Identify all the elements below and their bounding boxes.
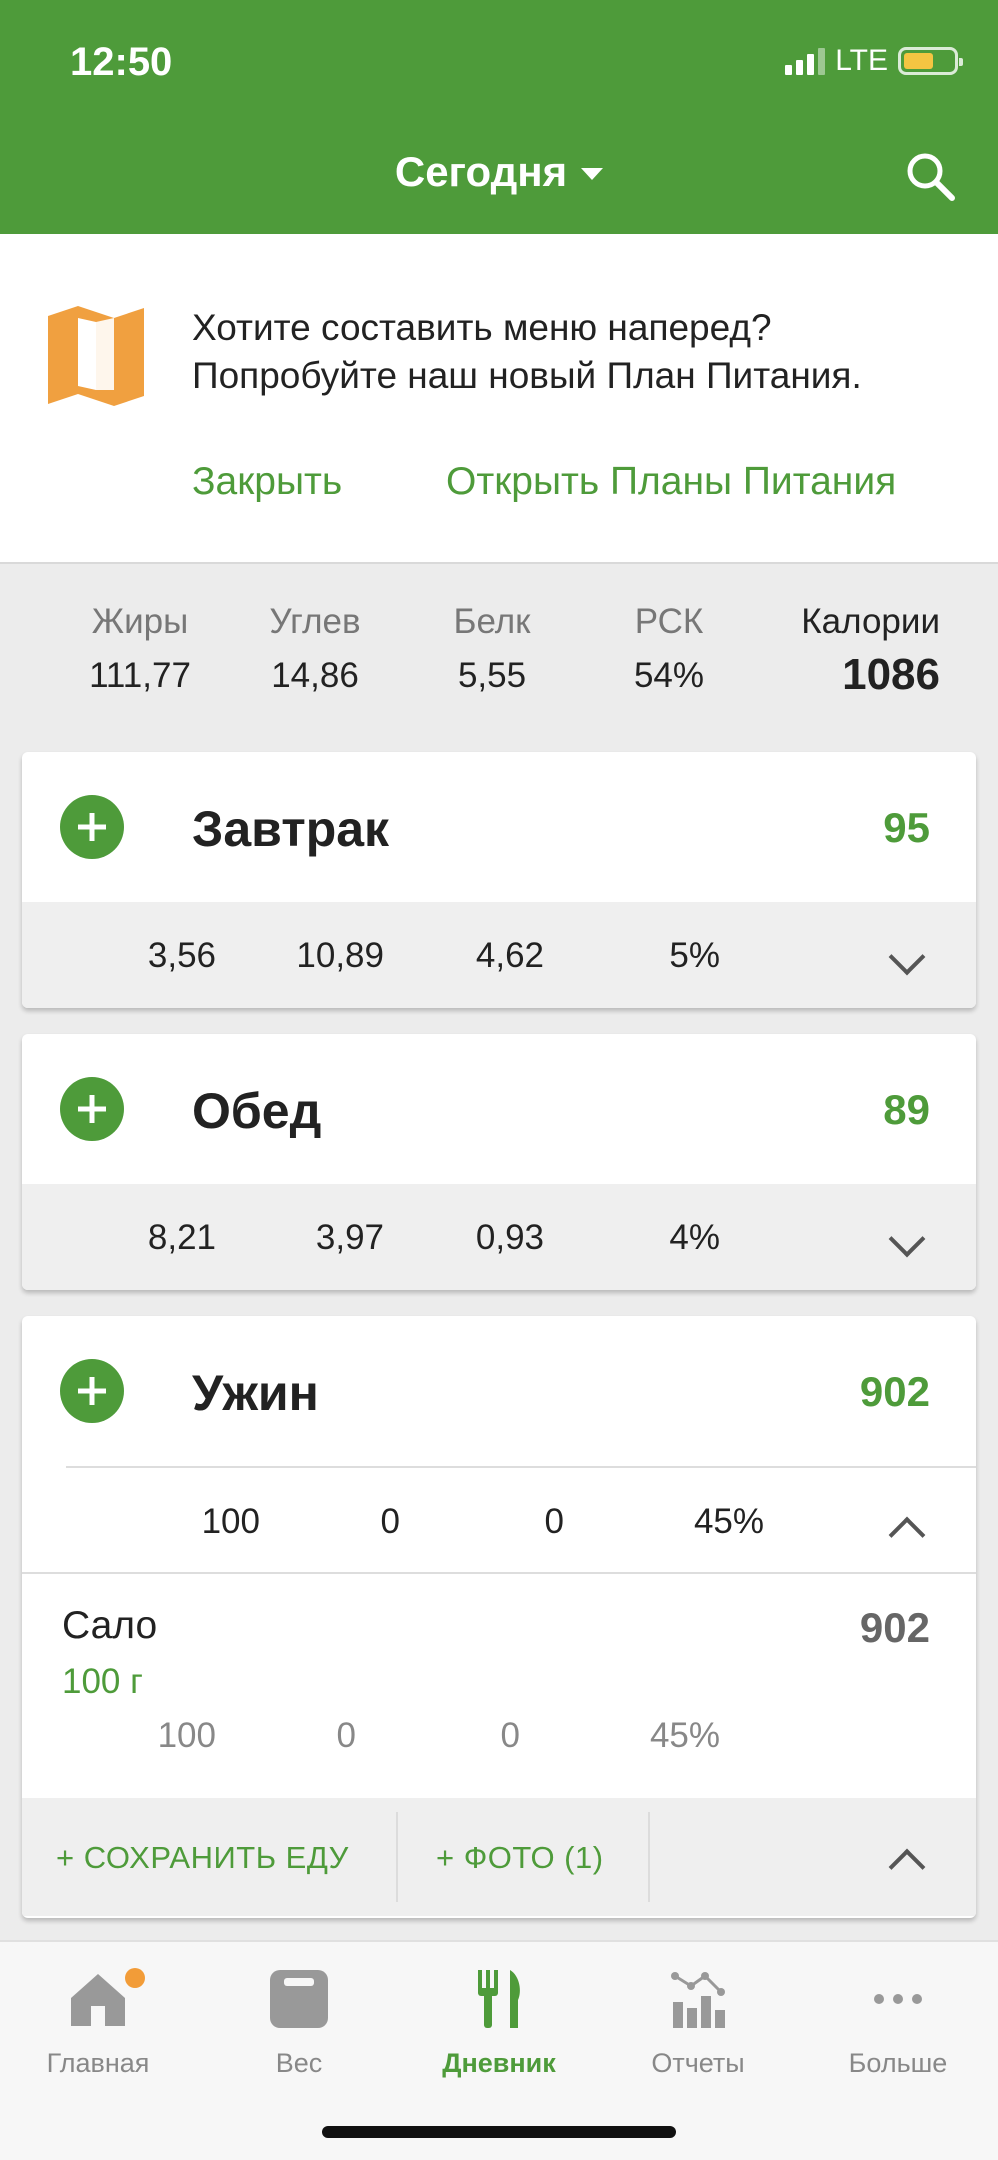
- chevron-up-icon[interactable]: [888, 1848, 926, 1886]
- nav-item-diary[interactable]: Дневник: [409, 1966, 589, 2079]
- app-header: 12:50 LTE Сегодня: [0, 0, 998, 234]
- photo-button[interactable]: + ФОТО (1): [436, 1840, 604, 1876]
- macro-carbs: 0: [380, 1502, 400, 1541]
- nav-item-reports[interactable]: Отчеты: [608, 1966, 788, 2079]
- food-calories: 902: [859, 1604, 930, 1651]
- home-indicator[interactable]: [322, 2126, 676, 2138]
- macro-rdi: 45%: [693, 1502, 764, 1541]
- macro-rdi: 4%: [669, 1218, 720, 1257]
- food-macro-protein: 0: [500, 1716, 520, 1755]
- signal-icon: [785, 47, 826, 75]
- summary-label: Углев: [269, 602, 361, 641]
- macro-rdi: 5%: [669, 936, 720, 975]
- search-icon[interactable]: [902, 148, 958, 204]
- open-meal-plans-button[interactable]: Открыть Планы Питания: [446, 460, 896, 504]
- meal-name: Завтрак: [192, 801, 390, 857]
- summary-value: 5,55: [457, 656, 527, 695]
- nav-label: Больше: [848, 2048, 948, 2078]
- chevron-up-icon[interactable]: [888, 1516, 926, 1554]
- nav-item-more[interactable]: Больше: [808, 1966, 988, 2079]
- summary-label: РСК: [634, 602, 704, 641]
- summary-rdi: РСК 54%: [609, 602, 729, 696]
- meal-calories: 95: [883, 804, 930, 851]
- status-indicators: LTE: [785, 44, 963, 78]
- promo-text: Хотите составить меню наперед? Попробуйт…: [192, 304, 862, 400]
- status-time: 12:50: [70, 40, 173, 84]
- fork-knife-icon: [466, 1966, 532, 2032]
- summary-label: Жиры: [91, 602, 189, 641]
- map-icon: [48, 306, 144, 406]
- meal-plan-promo: Хотите составить меню наперед? Попробуйт…: [0, 234, 998, 564]
- meal-actions-bar: + СОХРАНИТЬ ЕДУ + ФОТО (1): [22, 1798, 976, 1916]
- nav-label: Дневник: [442, 2048, 556, 2078]
- date-selector[interactable]: Сегодня: [0, 148, 998, 196]
- summary-carbs: Углев 14,86: [255, 602, 375, 696]
- macro-fat: 3,56: [147, 936, 216, 975]
- meal-name: Ужин: [192, 1365, 319, 1421]
- meal-header[interactable]: Обед 89: [22, 1034, 976, 1184]
- reports-chart-icon: [665, 1966, 731, 2032]
- more-dots-icon: [865, 1966, 931, 2032]
- macro-protein: 0,93: [475, 1218, 544, 1257]
- food-macro-rdi: 45%: [649, 1716, 720, 1755]
- macro-protein: 0: [544, 1502, 564, 1541]
- close-promo-button[interactable]: Закрыть: [192, 460, 342, 504]
- summary-value: 1086: [842, 650, 940, 699]
- summary-value: 111,77: [89, 656, 191, 695]
- divider: [396, 1812, 398, 1902]
- nav-label: Главная: [46, 2048, 150, 2078]
- meal-calories: 902: [859, 1368, 930, 1415]
- macro-carbs: 3,97: [315, 1218, 384, 1257]
- summary-value: 14,86: [271, 656, 359, 695]
- summary-label: Белк: [453, 602, 531, 641]
- summary-calories: Калории 1086: [770, 602, 940, 700]
- caret-down-icon: [581, 168, 604, 180]
- nav-item-weight[interactable]: Вес: [209, 1966, 389, 2079]
- chevron-down-icon[interactable]: [888, 938, 926, 976]
- nav-item-home[interactable]: Главная: [8, 1966, 188, 2079]
- add-food-button[interactable]: [60, 1077, 124, 1141]
- meal-macros-row[interactable]: 8,21 3,97 0,93 4%: [22, 1184, 976, 1290]
- nav-label: Вес: [275, 2048, 323, 2078]
- add-food-button[interactable]: [60, 1359, 124, 1423]
- battery-icon: [898, 47, 963, 75]
- macro-fat: 8,21: [147, 1218, 216, 1257]
- meal-card-dinner: Ужин 902 100 0 0 45% Сало 902 100 г 100 …: [22, 1316, 976, 1918]
- add-food-button[interactable]: [60, 795, 124, 859]
- promo-line-1: Хотите составить меню наперед?: [192, 307, 772, 348]
- meal-header[interactable]: Завтрак 95: [22, 752, 976, 902]
- summary-value: 54%: [633, 656, 705, 695]
- notification-dot: [125, 1968, 145, 1988]
- meal-header[interactable]: Ужин 902: [22, 1316, 976, 1466]
- home-icon: [65, 1966, 145, 2032]
- food-macro-fat: 100: [157, 1716, 216, 1755]
- meal-card-breakfast: Завтрак 95 3,56 10,89 4,62 5%: [22, 752, 976, 1008]
- meal-macros-row[interactable]: 3,56 10,89 4,62 5%: [22, 902, 976, 1008]
- food-name: Сало: [62, 1604, 158, 1647]
- meal-card-lunch: Обед 89 8,21 3,97 0,93 4%: [22, 1034, 976, 1290]
- divider: [648, 1812, 650, 1902]
- daily-summary: Жиры 111,77 Углев 14,86 Белк 5,55 РСК 54…: [0, 564, 998, 752]
- food-entry[interactable]: Сало 902 100 г 100 0 0 45%: [22, 1572, 976, 1798]
- promo-line-2: Попробуйте наш новый План Питания.: [192, 355, 862, 396]
- meal-calories: 89: [883, 1086, 930, 1133]
- scale-icon: [266, 1966, 332, 2032]
- nav-label: Отчеты: [651, 2048, 745, 2078]
- summary-label: Калории: [801, 602, 940, 641]
- meal-macros-row[interactable]: 100 0 0 45%: [66, 1466, 976, 1572]
- meal-name: Обед: [192, 1083, 322, 1139]
- macro-fat: 100: [201, 1502, 260, 1541]
- macro-protein: 4,62: [475, 936, 544, 975]
- summary-fat: Жиры 111,77: [80, 602, 200, 696]
- chevron-down-icon[interactable]: [888, 1220, 926, 1258]
- network-type: LTE: [835, 44, 888, 77]
- save-meal-button[interactable]: + СОХРАНИТЬ ЕДУ: [56, 1840, 349, 1876]
- food-amount: 100 г: [62, 1662, 143, 1701]
- summary-protein: Белк 5,55: [432, 602, 552, 696]
- page-title: Сегодня: [394, 148, 568, 195]
- food-macro-carbs: 0: [336, 1716, 356, 1755]
- macro-carbs: 10,89: [296, 936, 384, 975]
